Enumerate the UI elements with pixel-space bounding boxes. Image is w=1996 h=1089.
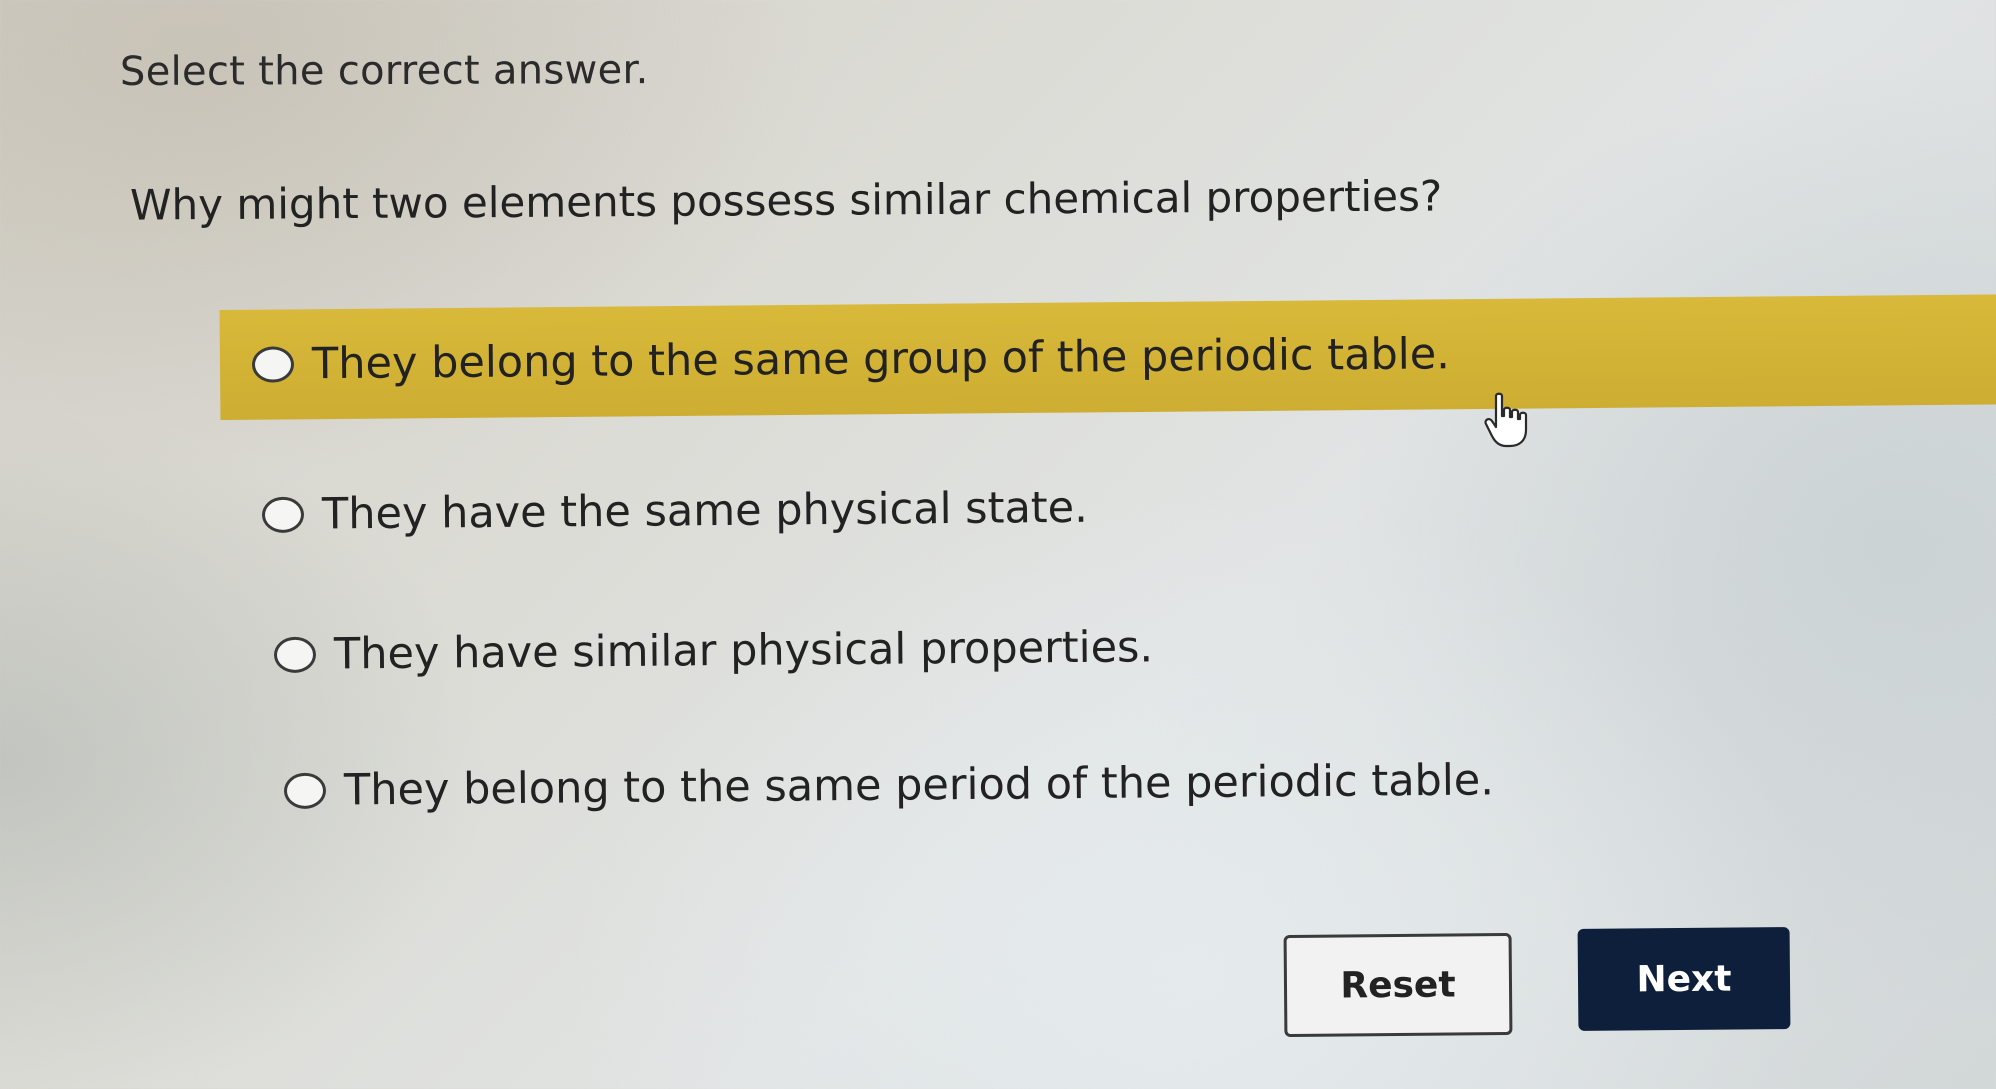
answer-option-2-label: They have the same physical state.	[321, 482, 1088, 540]
answer-option-4-label: They belong to the same period of the pe…	[343, 755, 1495, 816]
reset-button[interactable]: Reset	[1283, 933, 1513, 1037]
next-button[interactable]: Next	[1577, 927, 1791, 1031]
radio-button-option-1[interactable]	[251, 346, 295, 383]
answer-option-4[interactable]: They belong to the same period of the pe…	[283, 755, 1495, 816]
instruction-text: Select the correct answer.	[119, 47, 649, 95]
hand-pointer-icon	[1484, 392, 1528, 448]
radio-button-option-4[interactable]	[283, 772, 327, 809]
answer-option-3[interactable]: They have similar physical properties.	[273, 622, 1154, 680]
answer-option-2[interactable]: They have the same physical state.	[261, 482, 1088, 540]
radio-button-option-2[interactable]	[261, 496, 305, 533]
radio-button-option-3[interactable]	[273, 636, 317, 673]
answer-option-1[interactable]: They belong to the same group of the per…	[219, 294, 1996, 420]
answer-option-1-label: They belong to the same group of the per…	[311, 329, 1451, 390]
answer-option-3-label: They have similar physical properties.	[333, 622, 1154, 680]
question-text: Why might two elements possess similar c…	[129, 171, 1443, 230]
